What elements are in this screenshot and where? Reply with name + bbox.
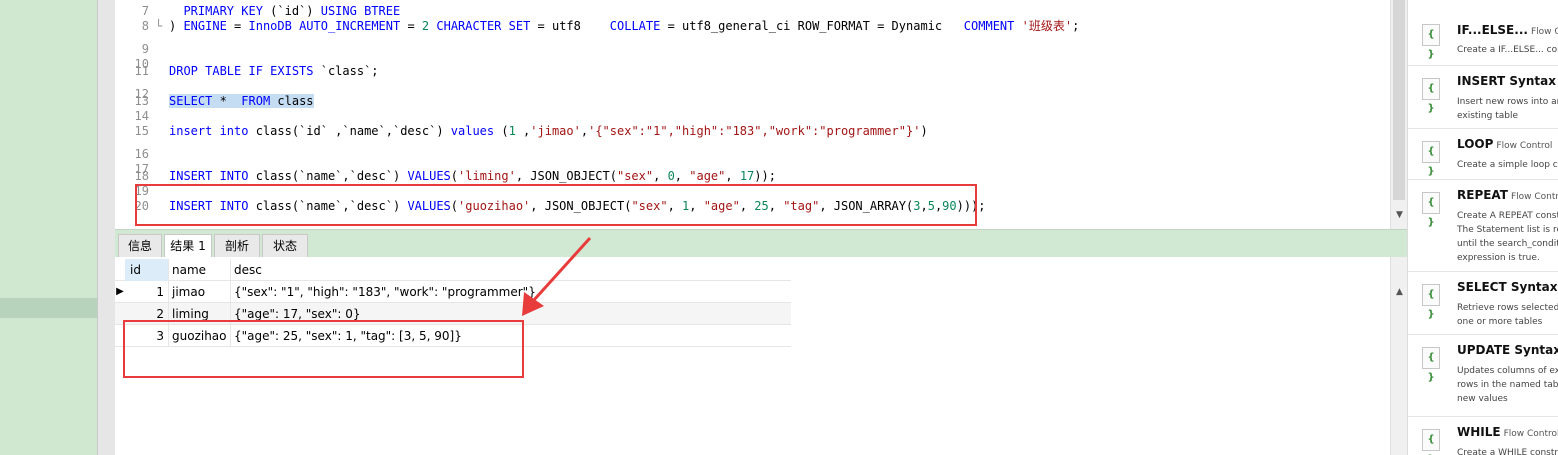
- code-snippet-icon: { }: [1422, 78, 1440, 114]
- snippet-name: INSERT Syntax: [1457, 74, 1556, 88]
- snippet-description: rows in the named table: [1457, 380, 1558, 390]
- snippet-category: Flow Contro: [1510, 192, 1558, 202]
- snippet-description: existing table: [1457, 111, 1518, 121]
- snippet-name: UPDATE Syntax: [1457, 343, 1558, 357]
- annotation-arrow: [522, 236, 592, 316]
- snippet-title: IF...ELSE...Flow Contro: [1457, 23, 1558, 37]
- snippet-description: Create a IF...ELSE... cons: [1457, 45, 1558, 55]
- snippet-title: WHILE Flow Control: [1457, 425, 1558, 439]
- code-snippet-icon: { }: [1422, 24, 1440, 60]
- snippet-description: Create a simple loop co: [1457, 160, 1558, 170]
- snippet-title: LOOP Flow Control: [1457, 137, 1552, 151]
- snippet-description: until the search_conditi: [1457, 239, 1558, 249]
- snippet-item-while[interactable]: { } WHILEFlow Control Create a WHILE const…: [1408, 417, 1558, 455]
- code-snippet-icon: { }: [1422, 429, 1440, 455]
- code-snippet-icon: { }: [1422, 141, 1440, 177]
- snippet-item-insert-syntax[interactable]: { } INSERT SyntaxDI Insert new rows into a…: [1408, 66, 1558, 129]
- annotation-arrow-shaft: [532, 236, 592, 302]
- code-snippet-icon: { }: [1422, 192, 1440, 228]
- snippet-name: WHILE: [1457, 425, 1501, 439]
- annotation-arrow-head: [522, 292, 544, 316]
- snippet-category: Flow Control: [1503, 429, 1558, 439]
- snippet-item-repeat[interactable]: { } REPEATFlow Contro Create A REPEAT cons…: [1408, 180, 1558, 272]
- snippet-item-if-else[interactable]: { } IF...ELSE...Flow Contro Create a IF...…: [1408, 0, 1558, 66]
- snippet-description: Create A REPEAT constr: [1457, 211, 1558, 221]
- code-snippets-panel: { }IF...ELSE...Flow ControCreate a IF...…: [1407, 0, 1558, 455]
- snippet-description: new values: [1457, 394, 1508, 404]
- snippet-title: SELECT SyntaxDI: [1457, 280, 1558, 294]
- snippet-description: Create a WHILE constru: [1457, 448, 1558, 455]
- snippet-name: IF...ELSE...: [1457, 23, 1528, 37]
- snippet-category: Flow Contro: [1530, 27, 1558, 37]
- snippet-item-update-syntax[interactable]: { } UPDATE SyntaxI Updates columns of exi r…: [1408, 335, 1558, 417]
- snippet-description: The Statement list is rep: [1457, 225, 1558, 235]
- snippet-name: REPEAT: [1457, 188, 1508, 202]
- code-snippet-icon: { }: [1422, 347, 1440, 383]
- snippet-description: Updates columns of exi: [1457, 366, 1558, 376]
- snippet-title: INSERT SyntaxDI: [1457, 74, 1558, 88]
- snippet-description: Retrieve rows selected f: [1457, 303, 1558, 313]
- snippet-description: Insert new rows into an: [1457, 97, 1558, 107]
- snippet-description: expression is true.: [1457, 253, 1540, 263]
- snippet-item-loop[interactable]: { } LOOP Flow Control Create a simple loop …: [1408, 129, 1558, 180]
- snippet-description: one or more tables: [1457, 317, 1543, 327]
- code-snippet-icon: { }: [1422, 284, 1440, 320]
- snippet-title: UPDATE SyntaxI: [1457, 343, 1558, 357]
- snippet-category: Flow Control: [1496, 141, 1553, 151]
- snippet-name: LOOP: [1457, 137, 1494, 151]
- snippet-title: REPEATFlow Contro: [1457, 188, 1558, 202]
- snippet-name: SELECT Syntax: [1457, 280, 1558, 294]
- snippet-item-select-syntax[interactable]: { } SELECT SyntaxDI Retrieve rows selected…: [1408, 272, 1558, 335]
